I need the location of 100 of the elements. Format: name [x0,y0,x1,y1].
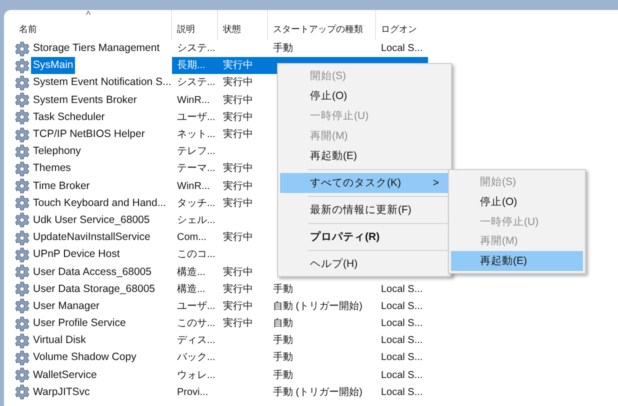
service-name[interactable]: System Events Broker [31,92,139,109]
service-name[interactable]: Udk User Service_68005 [31,212,152,229]
menu-item[interactable]: すべてのタスク(K) > [280,173,449,193]
column-header[interactable]: 説明 [172,10,218,40]
gear-icon [14,126,30,143]
service-name[interactable]: Virtual Disk [31,332,88,350]
table-cell-text: Local S... [380,386,424,400]
gear-icon [14,316,30,332]
gear-icon [14,195,30,212]
service-name[interactable]: Telephony [31,143,83,160]
gear-icon [14,230,30,246]
table-cell: 長期... [172,57,218,74]
service-name[interactable]: System Event Notification S... [31,74,172,92]
table-cell-text: 構造... [176,282,206,297]
table-cell-text: Local S... [380,300,424,314]
service-name[interactable]: Time Broker [31,178,92,195]
table-cell-text: タッチ... [176,196,216,211]
service-name[interactable]: Themes [31,160,73,178]
column-header[interactable]: 名前 ^ [14,10,172,40]
table-cell-text: テーマ... [176,162,216,176]
service-name[interactable]: UpdateNaviInstallService [31,229,152,246]
gear-icon [14,109,30,126]
gear-icon [14,160,30,177]
gear-icon [14,178,30,194]
table-cell-text: 手動 (トリガー開始) [272,386,364,400]
table-cell-text: テレフ... [176,145,216,160]
table-cell-text: このサ... [176,317,216,332]
table-cell-text: 構造... [176,266,206,280]
menu-item[interactable]: 停止(O) [451,192,583,212]
gear-icon [14,246,30,263]
gear-icon [14,58,30,74]
table-cell-text: 手動 [272,368,294,383]
table-cell-text: 実行中 [222,282,254,297]
table-cell-text: 実行中 [222,110,254,125]
table-cell-text: システ... [176,76,216,90]
table-cell-text: Local S... [380,368,424,383]
table-cell-text: システ... [176,42,216,56]
table-cell-text: 実行中 [222,316,254,332]
service-name[interactable]: Volume Shadow Copy [31,349,138,366]
gear-icon [14,384,30,400]
table-cell-text: 自動 (トリガー開始) [272,300,364,314]
gear-icon [14,144,30,160]
gear-icon [14,264,30,280]
column-header[interactable]: スタートアップの種類 [268,10,376,40]
service-name[interactable]: Touch Keyboard and Hand... [31,194,168,212]
submenu-arrow: > [432,176,439,191]
sort-indicator: ^ [86,10,91,21]
menu-item[interactable]: 停止(O) [280,86,449,106]
column-header[interactable]: ログオン [376,10,428,40]
menu-item[interactable]: 最新の情報に更新(F) [280,200,449,220]
gear-icon [14,332,30,349]
table-cell-text: 実行中 [222,180,254,194]
menu-item[interactable]: 再起動(E) [280,146,449,166]
service-name[interactable]: User Manager [31,298,102,315]
service-name[interactable]: User Data Storage_68005 [31,280,157,298]
service-name[interactable]: TCP/IP NetBIOS Helper [31,126,147,144]
table-cell-text: WinR... [176,180,211,194]
menu-item[interactable]: 再起動(E) [451,251,583,271]
menu-item[interactable]: ヘルプ(H) [280,254,449,274]
gear-icon [14,367,30,384]
table-cell-text: 実行中 [222,266,254,280]
gear-icon [14,40,30,57]
gear-icon [14,74,30,91]
table-cell-text: 自動 [272,317,294,332]
service-name[interactable]: User Profile Service [31,315,128,332]
table-cell-text: Com... [176,231,208,246]
gear-icon [14,212,30,228]
table-cell-text: 実行中 [222,230,254,246]
table-cell-text: WinR... [176,94,211,108]
service-name[interactable]: UPnP Device Host [31,246,122,264]
service-name[interactable]: WalletService [31,366,99,384]
table-cell-text: ウォレ... [176,368,216,383]
table-cell-text: 手動 [272,42,294,56]
table-cell-text: シェル... [176,214,216,228]
table-cell-text: ユーザ... [176,300,216,314]
table-cell-text: バック... [176,351,216,366]
table-cell-text: 実行中 [222,94,254,108]
table-cell-text: このコ... [176,248,216,262]
gear-icon [14,281,30,298]
menu-item[interactable]: プロパティ(R) [280,227,449,247]
gear-icon [14,350,30,366]
table-cell-text: 手動 [272,282,294,297]
service-name[interactable]: Task Scheduler [31,108,107,126]
table-cell-text: Provi... [176,386,210,400]
gear-icon [14,92,30,108]
service-name[interactable]: SysMain [31,57,76,74]
table-cell-text: 実行中 [222,300,254,314]
table-cell-text: 手動 [272,350,294,366]
service-name[interactable]: User Data Access_68005 [31,264,154,281]
table-cell-text: Local S... [380,317,424,332]
table-cell-text: ネット... [176,128,216,142]
table-cell-text: ディス... [176,334,216,348]
table-cell-text: Local S... [380,42,424,56]
table-cell-text: 実行中 [222,196,254,211]
column-header[interactable]: 状態 [218,10,268,40]
service-name[interactable]: WarpJITSvc [31,384,92,401]
gear-icon [14,298,30,314]
table-cell: 実行中 [218,57,268,74]
table-cell-text: Local S... [380,282,424,297]
service-name[interactable]: Storage Tiers Management [31,40,162,58]
